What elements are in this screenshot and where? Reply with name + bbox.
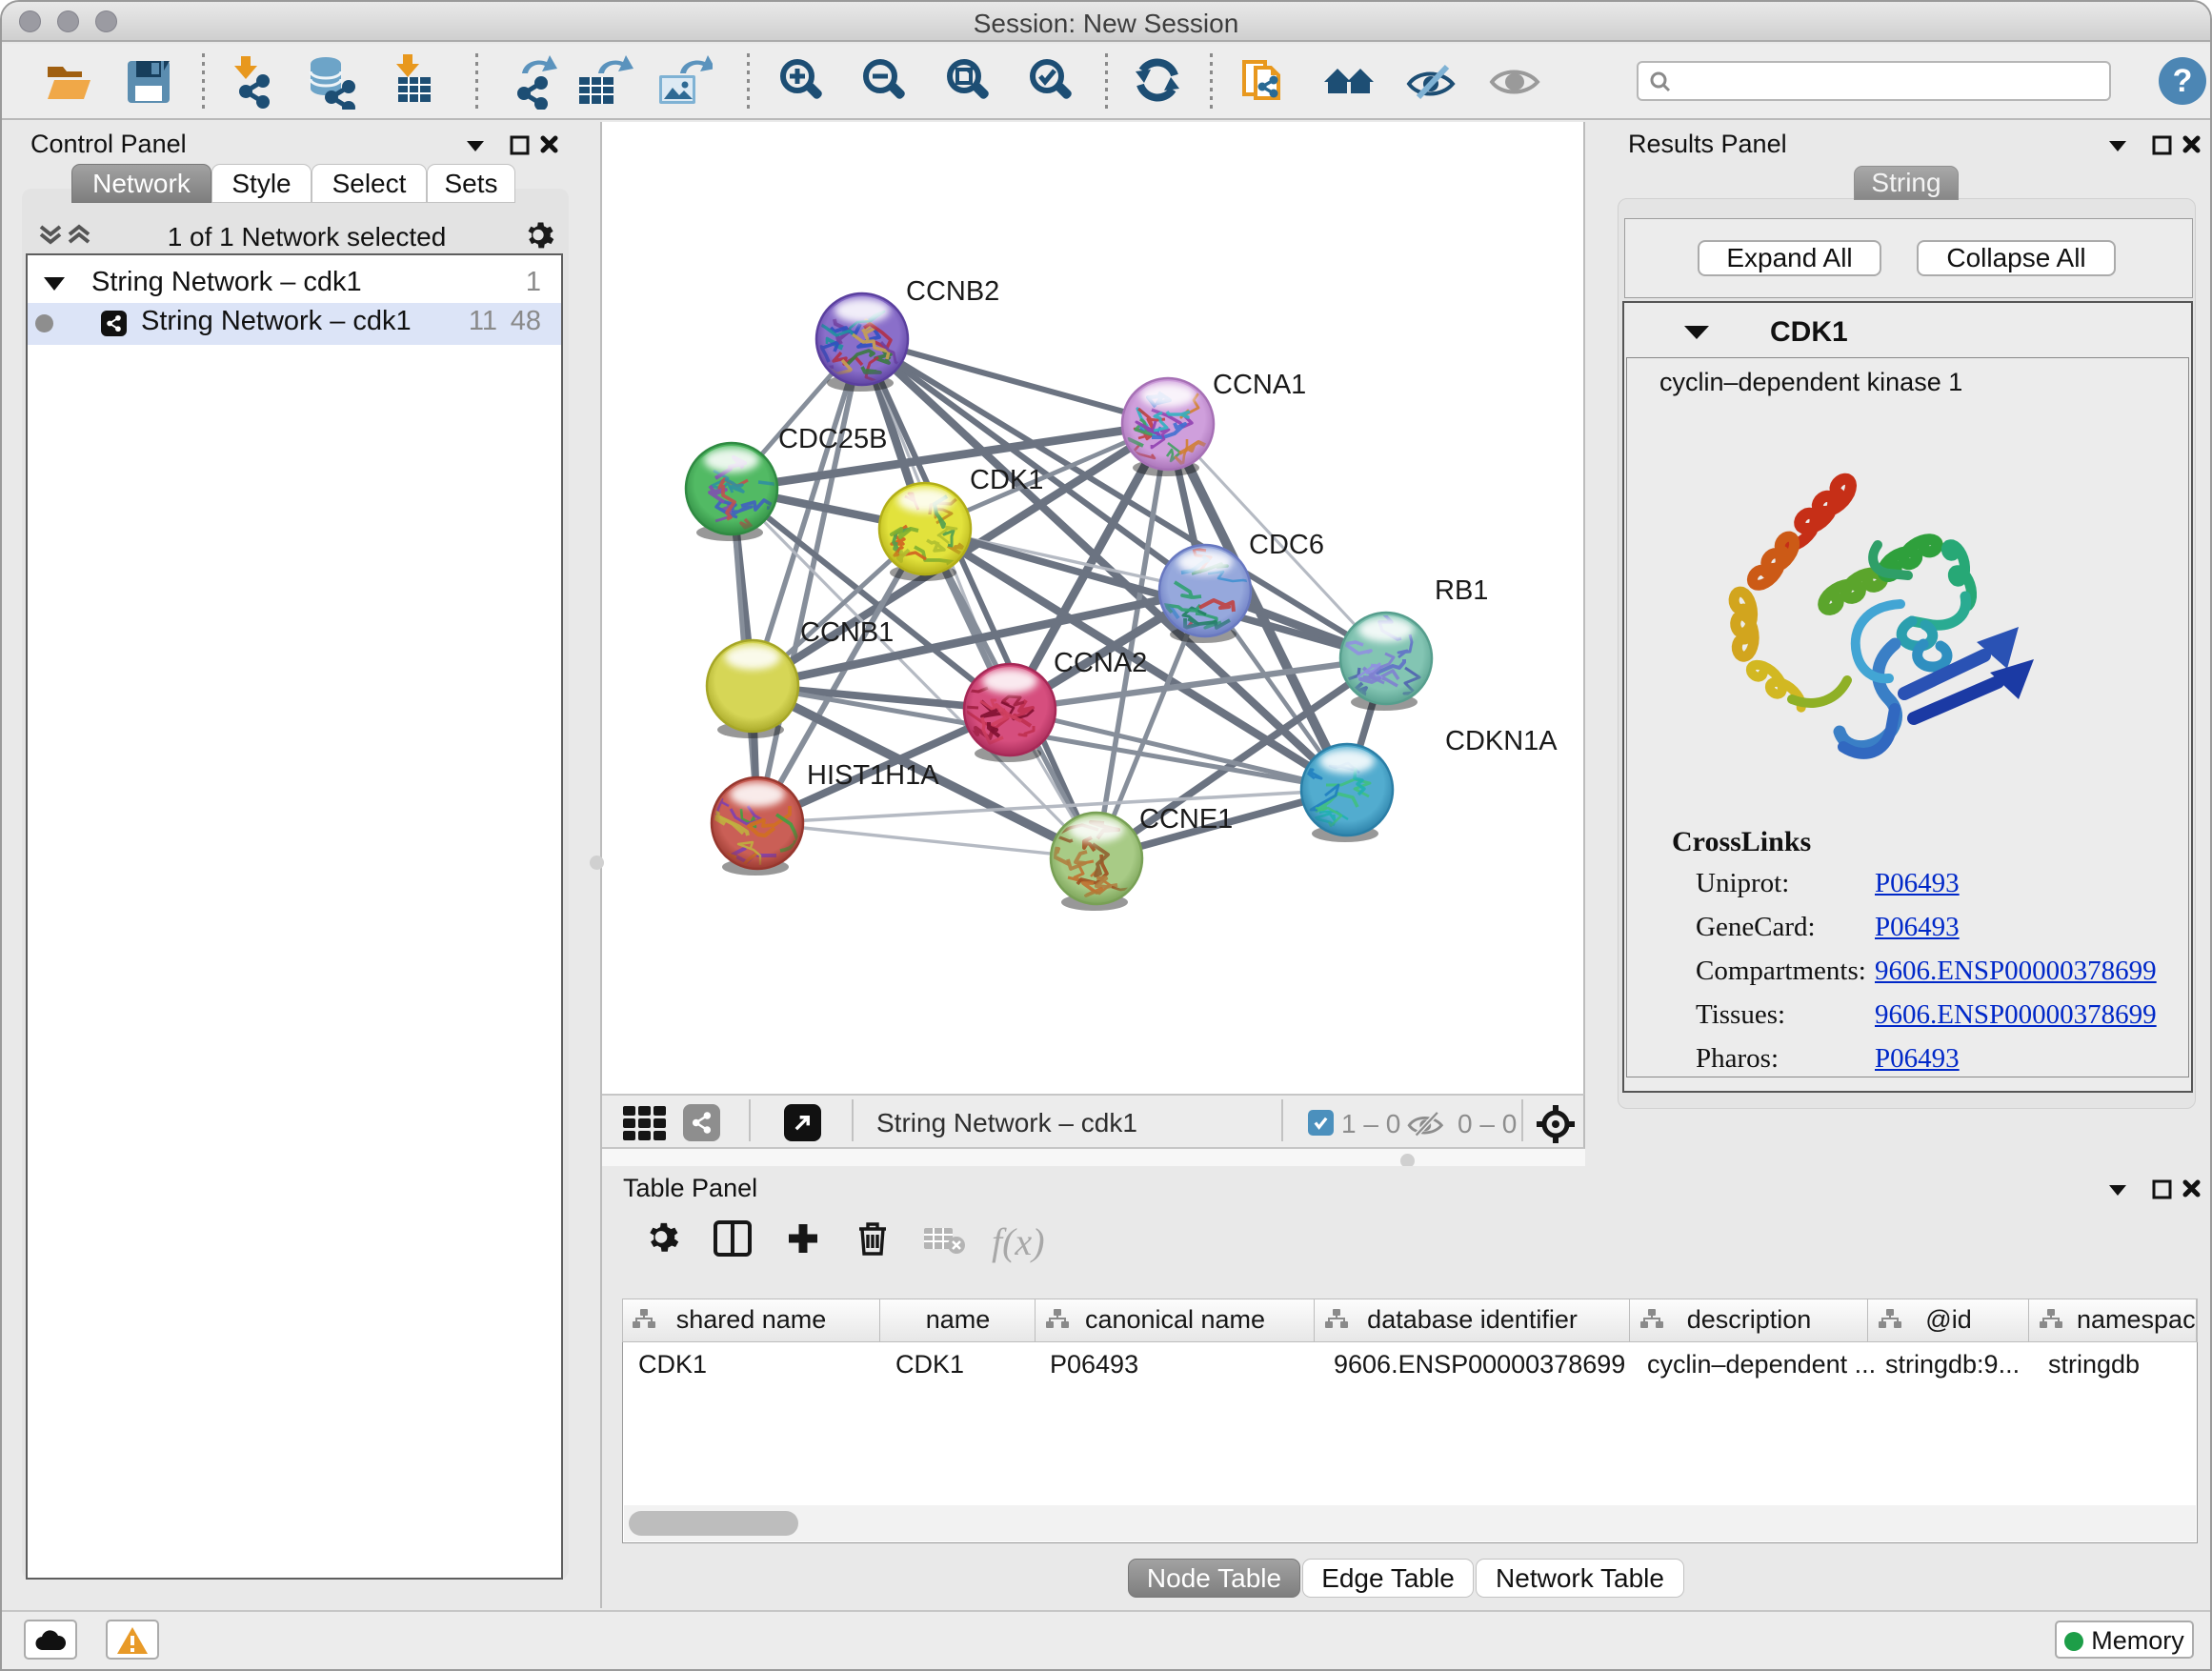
svg-text:CCNA1: CCNA1 xyxy=(1213,370,1306,400)
svg-text:CDKN1A: CDKN1A xyxy=(1445,726,1558,756)
svg-text:CDC6: CDC6 xyxy=(1249,530,1324,560)
svg-text:RB1: RB1 xyxy=(1435,575,1488,606)
svg-text:CDC25B: CDC25B xyxy=(778,424,887,454)
svg-text:CCNA2: CCNA2 xyxy=(1054,648,1147,678)
svg-text:?: ? xyxy=(2173,63,2193,99)
svg-text:CCNB2: CCNB2 xyxy=(906,276,999,307)
svg-text:CCNE1: CCNE1 xyxy=(1139,804,1233,835)
svg-text:CDK1: CDK1 xyxy=(970,465,1043,495)
svg-text:CCNB1: CCNB1 xyxy=(800,617,894,648)
svg-text:HIST1H1A: HIST1H1A xyxy=(807,760,939,791)
